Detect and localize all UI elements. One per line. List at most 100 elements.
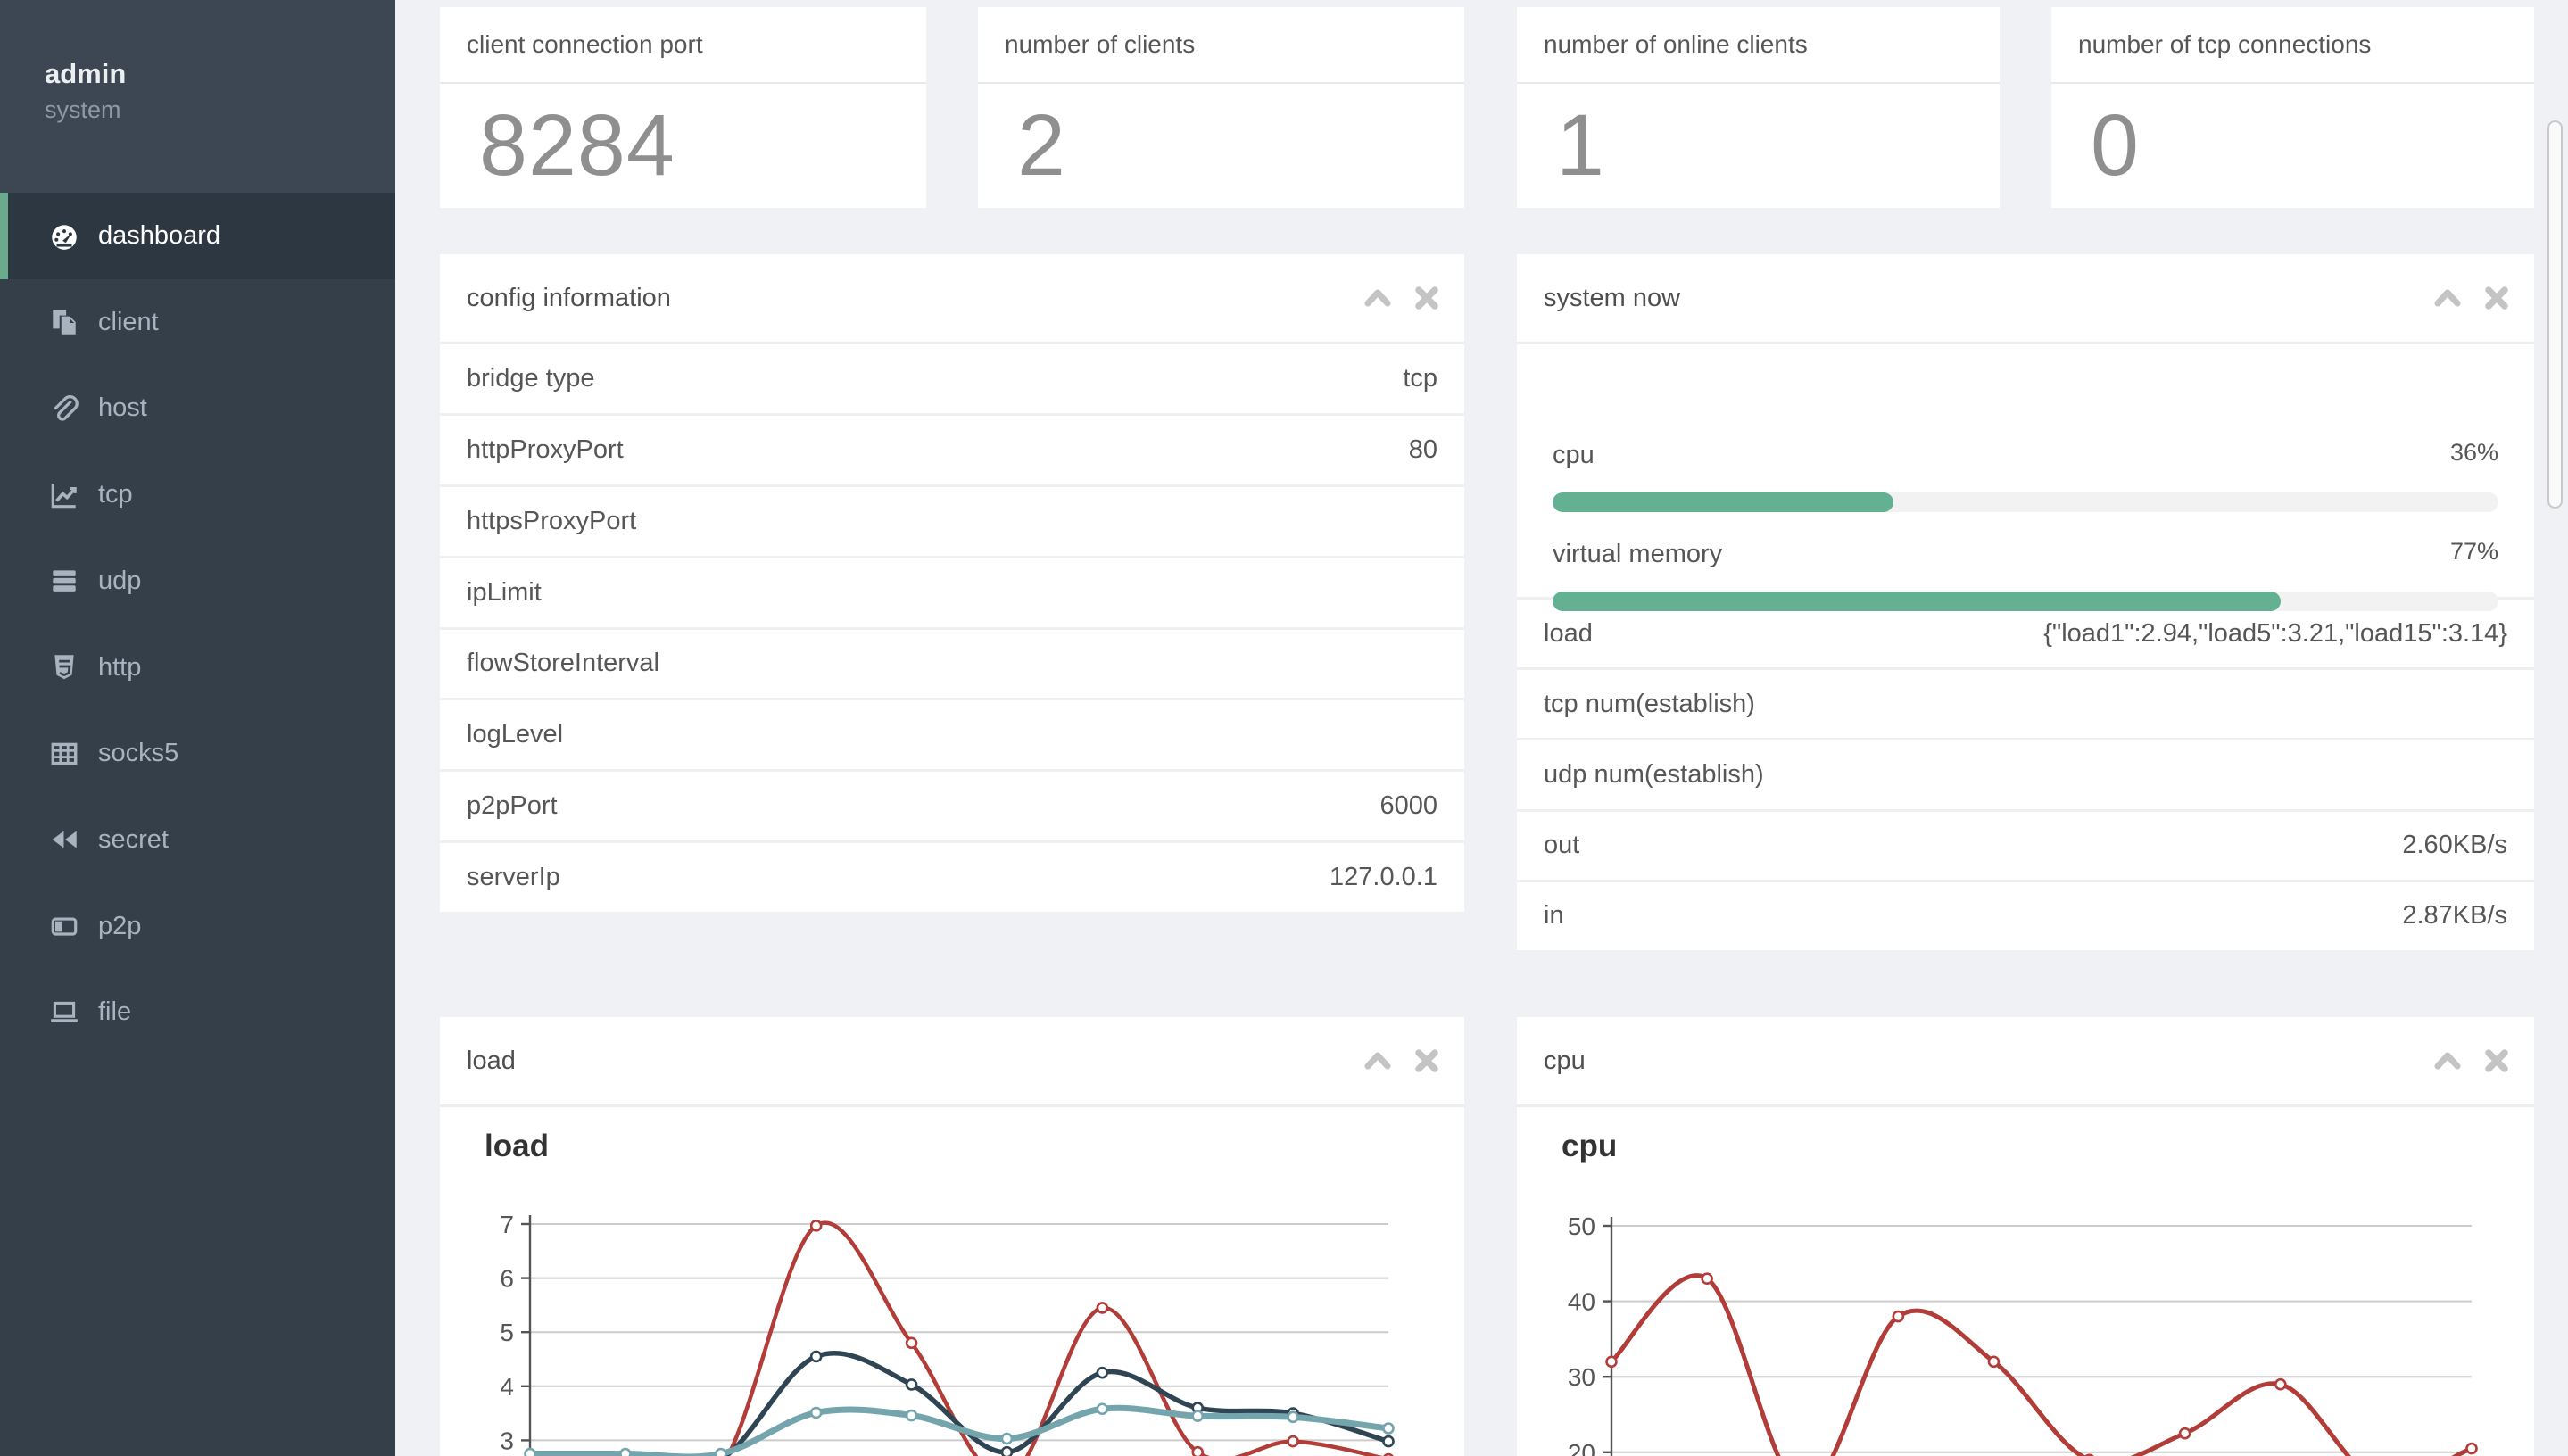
system-row: udp num(establish) bbox=[1517, 740, 2534, 812]
system-gauges: cpu 36% virtual memory 77% bbox=[1517, 344, 2534, 611]
sidebar-item-label: dashboard bbox=[98, 221, 221, 250]
panel-header: config information bbox=[440, 254, 1464, 344]
stat-card: number of online clients 1 bbox=[1517, 7, 2000, 208]
server-icon bbox=[48, 565, 80, 597]
sidebar-item-dashboard[interactable]: dashboard bbox=[0, 193, 395, 279]
row-label: out bbox=[1544, 831, 1580, 860]
laptop-icon bbox=[48, 997, 80, 1029]
collapse-icon[interactable] bbox=[1363, 1049, 1393, 1072]
config-row: bridge type tcp bbox=[440, 344, 1464, 416]
sidebar-item-label: host bbox=[98, 393, 147, 423]
row-value: 2.60KB/s bbox=[2402, 831, 2507, 860]
stat-card-title: client connection port bbox=[440, 7, 926, 84]
sidebar-item-tcp[interactable]: tcp bbox=[0, 451, 395, 538]
stat-card-value: 1 bbox=[1556, 95, 1605, 194]
row-value: 6000 bbox=[1379, 791, 1437, 821]
system-row: in 2.87KB/s bbox=[1517, 882, 2534, 950]
stat-card-title: number of clients bbox=[978, 7, 1464, 84]
panel-title: config information bbox=[467, 283, 671, 312]
sidebar-item-label: file bbox=[98, 997, 132, 1027]
system-row: out 2.60KB/s bbox=[1517, 812, 2534, 882]
cpu-chart-panel: cpu cpu 50 40 30 20 bbox=[1517, 1017, 2534, 1456]
sidebar-user-panel: admin system bbox=[0, 0, 395, 193]
row-label: p2pPort bbox=[467, 791, 558, 821]
memory-gauge-label: virtual memory bbox=[1553, 540, 1723, 568]
close-icon[interactable] bbox=[2484, 285, 2509, 310]
row-label: httpProxyPort bbox=[467, 434, 624, 464]
sidebar-item-socks5[interactable]: socks5 bbox=[0, 710, 395, 797]
stat-card-value: 8284 bbox=[479, 95, 675, 194]
user-name: admin bbox=[45, 58, 127, 89]
panel-tools bbox=[1363, 1017, 1439, 1104]
row-label: tcp num(establish) bbox=[1544, 689, 1755, 718]
stat-card-value: 0 bbox=[2091, 95, 2140, 194]
cpu-gauge-percent: 36% bbox=[2449, 439, 2498, 466]
vertical-scrollbar-thumb[interactable] bbox=[2547, 120, 2563, 509]
stat-card: number of clients 2 bbox=[978, 7, 1464, 208]
active-accent-bar bbox=[0, 193, 8, 279]
config-row: flowStoreInterval bbox=[440, 630, 1464, 701]
config-row: httpsProxyPort bbox=[440, 487, 1464, 558]
row-value: tcp bbox=[1403, 363, 1437, 393]
svg-text:6: 6 bbox=[500, 1265, 514, 1293]
system-now-panel: system now cpu 36% virtual memory 77% lo… bbox=[1517, 254, 2534, 950]
cpu-gauge-fill bbox=[1553, 492, 1893, 512]
sidebar-item-udp[interactable]: udp bbox=[0, 538, 395, 625]
row-label: in bbox=[1544, 901, 1564, 931]
svg-text:50: 50 bbox=[1568, 1212, 1595, 1240]
close-icon[interactable] bbox=[1414, 1048, 1439, 1073]
sidebar-item-label: client bbox=[98, 307, 159, 336]
stat-card: client connection port 8284 bbox=[440, 7, 926, 208]
svg-text:20: 20 bbox=[1568, 1439, 1595, 1456]
sidebar-item-p2p[interactable]: p2p bbox=[0, 883, 395, 970]
paperclip-icon bbox=[48, 393, 80, 425]
panel-title: cpu bbox=[1544, 1046, 1586, 1075]
svg-text:4: 4 bbox=[500, 1373, 514, 1401]
html5-icon bbox=[48, 651, 80, 683]
clone-icon bbox=[48, 910, 80, 942]
svg-text:30: 30 bbox=[1568, 1363, 1595, 1391]
sidebar-item-client[interactable]: client bbox=[0, 279, 395, 366]
sidebar-item-secret[interactable]: secret bbox=[0, 797, 395, 883]
stat-card: number of tcp connections 0 bbox=[2051, 7, 2534, 208]
row-label: flowStoreInterval bbox=[467, 649, 659, 678]
sidebar-item-label: p2p bbox=[98, 911, 142, 940]
copy-icon bbox=[48, 306, 80, 338]
panel-title: load bbox=[467, 1046, 516, 1075]
row-value: 80 bbox=[1408, 434, 1437, 464]
sidebar-item-label: secret bbox=[98, 824, 169, 854]
backward-icon bbox=[48, 823, 80, 856]
row-value: 127.0.0.1 bbox=[1330, 863, 1437, 892]
collapse-icon[interactable] bbox=[2432, 286, 2463, 310]
svg-text:5: 5 bbox=[500, 1319, 514, 1346]
line-chart-icon bbox=[48, 479, 80, 511]
sidebar-item-file[interactable]: file bbox=[0, 969, 395, 1055]
svg-text:7: 7 bbox=[500, 1211, 514, 1238]
row-label: ipLimit bbox=[467, 577, 542, 607]
sidebar-item-host[interactable]: host bbox=[0, 365, 395, 451]
stat-card-title: number of tcp connections bbox=[2051, 7, 2534, 84]
collapse-icon[interactable] bbox=[2432, 1049, 2463, 1072]
row-value: {"load1":2.94,"load5":3.21,"load15":3.14… bbox=[2043, 618, 2507, 648]
row-label: logLevel bbox=[467, 720, 564, 749]
cpu-chart: 50 40 30 20 bbox=[1568, 1212, 2478, 1456]
panel-tools bbox=[2432, 254, 2509, 342]
row-label: serverIp bbox=[467, 863, 560, 892]
sidebar-item-http[interactable]: http bbox=[0, 625, 395, 711]
memory-gauge-percent: 77% bbox=[2449, 538, 2498, 565]
config-row: ipLimit bbox=[440, 558, 1464, 630]
stat-card-value: 2 bbox=[1017, 95, 1066, 194]
panel-tools bbox=[1363, 254, 1439, 342]
panel-tools bbox=[2432, 1017, 2509, 1104]
system-row: tcp num(establish) bbox=[1517, 670, 2534, 741]
close-icon[interactable] bbox=[2484, 1048, 2509, 1073]
close-icon[interactable] bbox=[1414, 285, 1439, 310]
dashboard-icon bbox=[48, 220, 80, 252]
row-label: httpsProxyPort bbox=[467, 506, 637, 535]
sidebar-item-label: udp bbox=[98, 566, 142, 595]
table-icon bbox=[48, 738, 80, 770]
config-information-panel: config information bridge type tcp httpP… bbox=[440, 254, 1464, 912]
collapse-icon[interactable] bbox=[1363, 286, 1393, 310]
sidebar-item-label: http bbox=[98, 652, 142, 682]
sidebar-item-label: tcp bbox=[98, 480, 133, 509]
